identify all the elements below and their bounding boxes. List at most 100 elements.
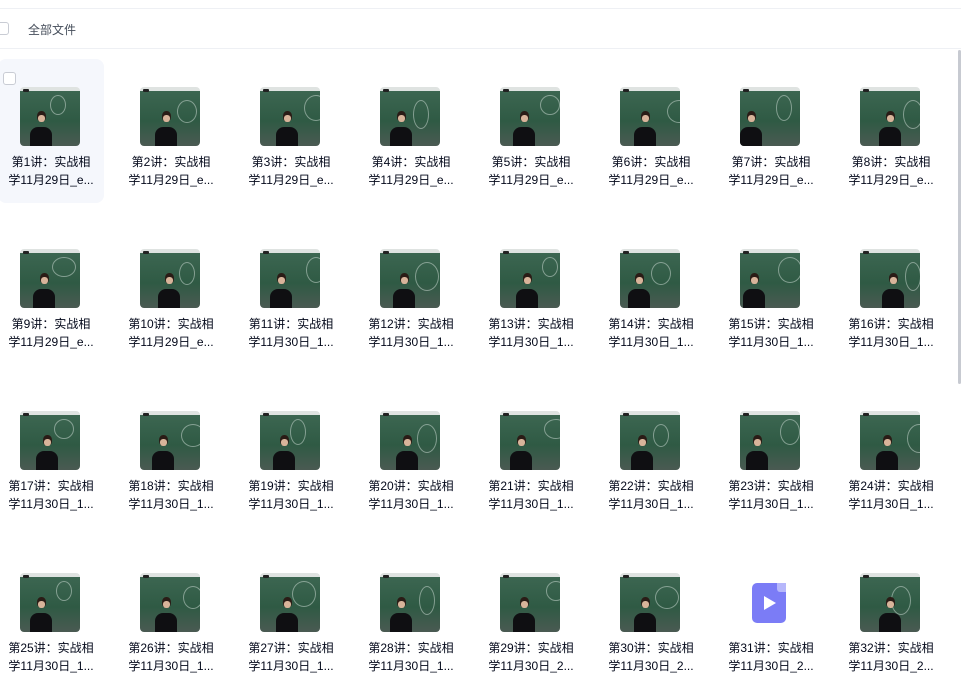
file-item[interactable]: 第3讲：实战相 学11月29日_e... xyxy=(238,59,344,203)
file-checkbox[interactable] xyxy=(3,72,16,85)
video-thumbnail xyxy=(140,249,200,308)
file-item[interactable]: 第19讲：实战相 学11月30日_1... xyxy=(238,383,344,527)
file-name: 第11讲：实战相 学11月30日_1... xyxy=(240,315,342,351)
file-item[interactable]: 第7讲：实战相 学11月29日_e... xyxy=(718,59,824,203)
file-name: 第23讲：实战相 学11月30日_1... xyxy=(720,477,822,513)
file-name: 第16讲：实战相 学11月30日_1... xyxy=(840,315,942,351)
file-item[interactable]: 第28讲：实战相 学11月30日_1... xyxy=(358,545,464,689)
file-name-line2: 学11月29日_e... xyxy=(488,173,574,187)
file-name: 第22讲：实战相 学11月30日_1... xyxy=(600,477,702,513)
file-name-line1: 第23讲：实战相 xyxy=(728,479,814,493)
file-item[interactable]: 第14讲：实战相 学11月30日_1... xyxy=(598,221,704,365)
file-item[interactable]: 第24讲：实战相 学11月30日_1... xyxy=(838,383,944,527)
video-thumbnail xyxy=(860,87,920,146)
video-thumbnail xyxy=(260,573,320,632)
file-item[interactable]: 第13讲：实战相 学11月30日_1... xyxy=(478,221,584,365)
file-item[interactable]: 第31讲：实战相 学11月30日_2... xyxy=(718,545,824,689)
file-name: 第19讲：实战相 学11月30日_1... xyxy=(240,477,342,513)
file-item[interactable]: 第5讲：实战相 学11月29日_e... xyxy=(478,59,584,203)
file-name-line1: 第22讲：实战相 xyxy=(608,479,694,493)
file-name-line2: 学11月30日_1... xyxy=(368,497,454,511)
file-name-line2: 学11月30日_1... xyxy=(488,497,574,511)
video-thumbnail xyxy=(140,411,200,470)
file-item[interactable]: 第29讲：实战相 学11月30日_2... xyxy=(478,545,584,689)
file-name-line1: 第5讲：实战相 xyxy=(491,155,571,169)
file-item[interactable]: 第25讲：实战相 学11月30日_1... xyxy=(0,545,104,689)
video-thumbnail xyxy=(20,87,80,146)
video-thumbnail xyxy=(140,573,200,632)
file-item[interactable]: 第6讲：实战相 学11月29日_e... xyxy=(598,59,704,203)
file-name-line2: 学11月29日_e... xyxy=(368,173,454,187)
file-name-line1: 第14讲：实战相 xyxy=(608,317,694,331)
video-thumbnail xyxy=(500,411,560,470)
file-name: 第6讲：实战相 学11月29日_e... xyxy=(600,153,702,189)
file-name-line1: 第10讲：实战相 xyxy=(128,317,214,331)
file-item[interactable]: 第9讲：实战相 学11月29日_e... xyxy=(0,221,104,365)
file-item[interactable]: 第21讲：实战相 学11月30日_1... xyxy=(478,383,584,527)
file-item[interactable]: 第4讲：实战相 学11月29日_e... xyxy=(358,59,464,203)
select-all-label[interactable]: 全部文件 xyxy=(28,21,76,38)
file-name-line1: 第1讲：实战相 xyxy=(11,155,91,169)
file-name-line1: 第20讲：实战相 xyxy=(368,479,454,493)
file-item[interactable]: 第32讲：实战相 学11月30日_2... xyxy=(838,545,944,689)
file-item[interactable]: 第1讲：实战相 学11月29日_e... xyxy=(0,59,104,203)
video-thumbnail xyxy=(260,249,320,308)
file-name-line1: 第7讲：实战相 xyxy=(731,155,811,169)
video-thumbnail xyxy=(500,87,560,146)
file-name: 第12讲：实战相 学11月30日_1... xyxy=(360,315,462,351)
file-item[interactable]: 第11讲：实战相 学11月30日_1... xyxy=(238,221,344,365)
file-name: 第4讲：实战相 学11月29日_e... xyxy=(360,153,462,189)
file-name: 第14讲：实战相 学11月30日_1... xyxy=(600,315,702,351)
video-thumbnail xyxy=(140,87,200,146)
video-thumbnail xyxy=(260,411,320,470)
file-name-line2: 学11月30日_2... xyxy=(608,659,694,673)
file-item[interactable]: 第18讲：实战相 学11月30日_1... xyxy=(118,383,224,527)
file-name-line2: 学11月29日_e... xyxy=(8,173,94,187)
file-item[interactable]: 第2讲：实战相 学11月29日_e... xyxy=(118,59,224,203)
file-name: 第8讲：实战相 学11月29日_e... xyxy=(840,153,942,189)
video-thumbnail xyxy=(380,573,440,632)
play-icon xyxy=(752,583,786,623)
file-name-line2: 学11月29日_e... xyxy=(248,173,334,187)
file-name-line1: 第9讲：实战相 xyxy=(11,317,91,331)
file-item[interactable]: 第26讲：实战相 学11月30日_1... xyxy=(118,545,224,689)
video-thumbnail xyxy=(740,411,800,470)
file-name-line2: 学11月30日_2... xyxy=(488,659,574,673)
file-name: 第32讲：实战相 学11月30日_2... xyxy=(840,639,942,675)
file-name: 第13讲：实战相 学11月30日_1... xyxy=(480,315,582,351)
file-item[interactable]: 第16讲：实战相 学11月30日_1... xyxy=(838,221,944,365)
file-item[interactable]: 第27讲：实战相 学11月30日_1... xyxy=(238,545,344,689)
file-name: 第10讲：实战相 学11月29日_e... xyxy=(120,315,222,351)
file-name-line2: 学11月30日_1... xyxy=(368,659,454,673)
file-name-line1: 第4讲：实战相 xyxy=(371,155,451,169)
file-item[interactable]: 第10讲：实战相 学11月29日_e... xyxy=(118,221,224,365)
file-name-line2: 学11月30日_1... xyxy=(248,497,334,511)
file-name-line2: 学11月30日_1... xyxy=(848,497,934,511)
video-thumbnail xyxy=(20,249,80,308)
file-item[interactable]: 第15讲：实战相 学11月30日_1... xyxy=(718,221,824,365)
file-name-line2: 学11月30日_1... xyxy=(848,335,934,349)
file-name: 第1讲：实战相 学11月29日_e... xyxy=(0,153,102,189)
file-name-line1: 第31讲：实战相 xyxy=(728,641,814,655)
file-item[interactable]: 第22讲：实战相 学11月30日_1... xyxy=(598,383,704,527)
file-item[interactable]: 第17讲：实战相 学11月30日_1... xyxy=(0,383,104,527)
file-list-header: 全部文件 xyxy=(0,9,961,49)
file-name: 第29讲：实战相 学11月30日_2... xyxy=(480,639,582,675)
file-name-line2: 学11月29日_e... xyxy=(128,173,214,187)
file-item[interactable]: 第8讲：实战相 学11月29日_e... xyxy=(838,59,944,203)
file-item[interactable]: 第12讲：实战相 学11月30日_1... xyxy=(358,221,464,365)
file-name-line1: 第17讲：实战相 xyxy=(8,479,94,493)
file-name-line1: 第30讲：实战相 xyxy=(608,641,694,655)
file-name-line1: 第26讲：实战相 xyxy=(128,641,214,655)
file-name-line1: 第32讲：实战相 xyxy=(848,641,934,655)
file-item[interactable]: 第20讲：实战相 学11月30日_1... xyxy=(358,383,464,527)
file-name-line1: 第16讲：实战相 xyxy=(848,317,934,331)
top-bar xyxy=(0,0,961,9)
video-thumbnail xyxy=(260,87,320,146)
video-thumbnail xyxy=(740,249,800,308)
file-item[interactable]: 第23讲：实战相 学11月30日_1... xyxy=(718,383,824,527)
file-name-line2: 学11月29日_e... xyxy=(608,173,694,187)
file-name-line2: 学11月29日_e... xyxy=(8,335,94,349)
file-item[interactable]: 第30讲：实战相 学11月30日_2... xyxy=(598,545,704,689)
select-all-checkbox[interactable] xyxy=(0,22,9,35)
